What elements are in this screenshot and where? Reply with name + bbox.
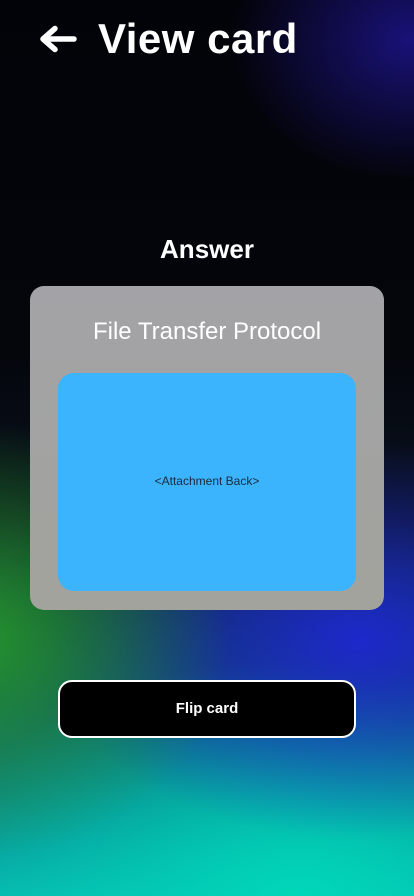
flashcard[interactable]: File Transfer Protocol <Attachment Back> (30, 286, 384, 610)
attachment-placeholder: <Attachment Back> (58, 373, 356, 591)
card-answer-text: File Transfer Protocol (92, 318, 322, 345)
arrow-left-icon (40, 25, 77, 53)
flip-card-button[interactable]: Flip card (58, 680, 356, 738)
attachment-label: <Attachment Back> (154, 474, 260, 488)
flip-card-label: Flip card (175, 700, 239, 717)
back-button[interactable] (38, 22, 78, 56)
page-title: View card (98, 15, 298, 62)
card-side-label: Answer (160, 234, 254, 264)
header: View card (0, 0, 414, 80)
